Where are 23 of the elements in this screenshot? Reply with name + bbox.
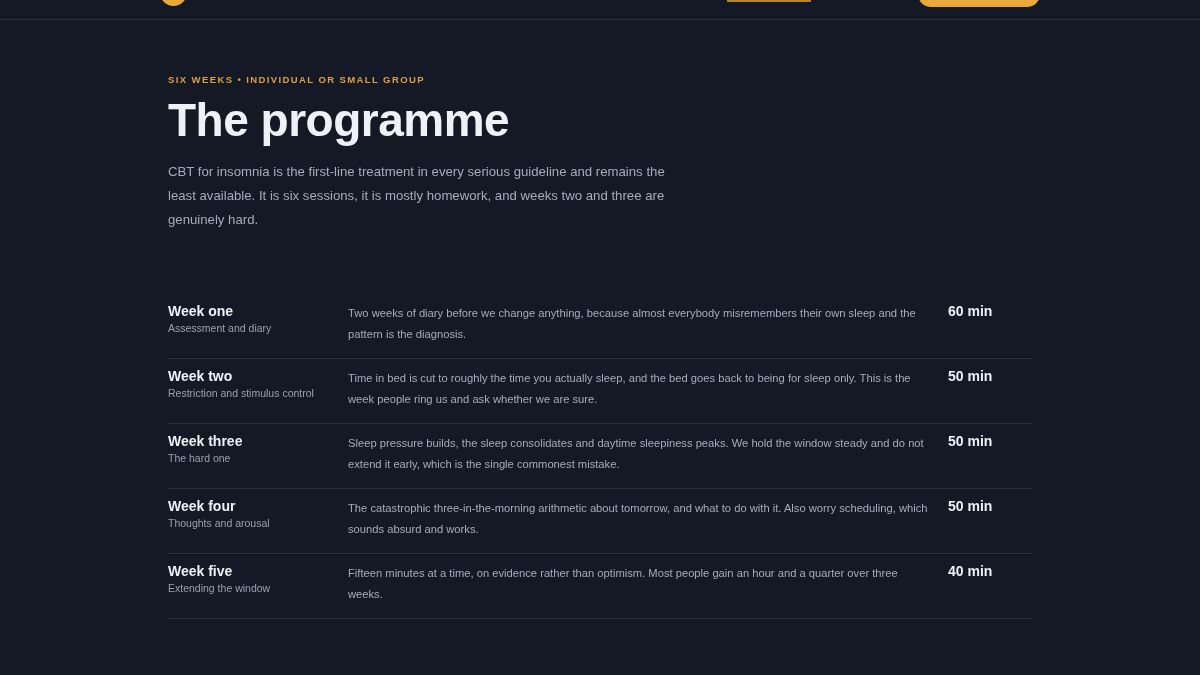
week-title: Week five (168, 562, 234, 580)
session-duration: 40 min (948, 562, 993, 581)
week-title: Week four (168, 497, 237, 515)
session-duration: 60 min (948, 302, 993, 321)
week-description: Fifteen minutes at a time, on evidence rather than optimism. Most people gain an hour and a quarter over three weeks. (348, 566, 899, 602)
week-subtitle: The hard one (168, 451, 232, 466)
week-description: The catastrophic three-in-the-morning arithmetic about tomorrow, and what to do with it. Also worry scheduling, which sounds absurd and works. (348, 501, 928, 537)
week-subtitle: Thoughts and arousal (168, 516, 271, 531)
week-subtitle: Assessment and diary (168, 321, 273, 336)
section-heading: The programme (168, 93, 511, 147)
session-duration: 50 min (948, 497, 993, 516)
intro-paragraph: CBT for insomnia is the first-line treatment in every serious guideline and remains the least available. It is six sessions, it is mostly homework, and weeks two and three are genuinely hard. (168, 163, 666, 229)
week-description: Sleep pressure builds, the sleep consolidates and daytime sleepiness peaks. We hold the window steady and do not extend it early, which is the single commonest mistake. (348, 436, 925, 472)
week-description: Time in bed is cut to roughly the time you actually sleep, and the bed goes back to being for sleep only. This is the week people ring us and ask whether we are sure. (348, 371, 912, 407)
week-description: Two weeks of diary before we change anything, because almost everybody misremembers their own sleep and the pattern is the diagnosis. (348, 306, 917, 342)
eyebrow-label: SIX WEEKS • INDIVIDUAL OR SMALL GROUP (168, 74, 426, 85)
week-title: Week one (168, 302, 235, 320)
week-subtitle: Extending the window (168, 581, 272, 596)
week-title: Week three (168, 432, 244, 450)
week-subtitle: Restriction and stimulus control (168, 386, 315, 401)
session-duration: 50 min (948, 367, 993, 386)
session-duration: 50 min (948, 432, 993, 451)
week-title: Week two (168, 367, 234, 385)
